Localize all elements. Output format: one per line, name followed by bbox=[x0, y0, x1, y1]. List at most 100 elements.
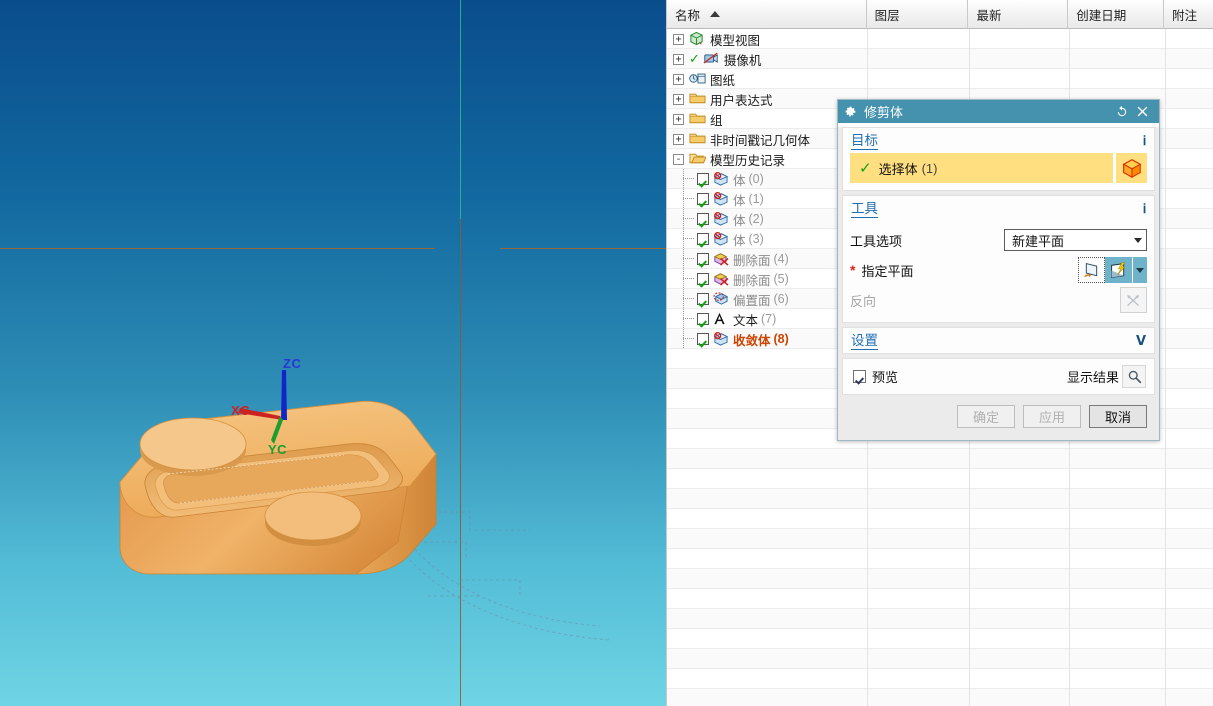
tree-row-label: 删除面 bbox=[733, 253, 771, 268]
tool-option-select[interactable]: 新建平面 bbox=[1004, 229, 1147, 251]
table-row[interactable] bbox=[667, 489, 1213, 509]
tree-row-checkbox[interactable] bbox=[697, 313, 709, 325]
tree-expander[interactable]: + bbox=[673, 53, 684, 65]
3d-viewport[interactable]: ZC XC YC bbox=[0, 0, 666, 706]
axis-label-yc: YC bbox=[268, 442, 288, 457]
chevron-up-icon[interactable]: Ꭵ bbox=[1143, 201, 1146, 217]
tree-guide-line bbox=[683, 298, 694, 299]
tree-row[interactable]: + 图纸 bbox=[667, 69, 867, 89]
check-mark-icon: ✓ bbox=[859, 160, 872, 177]
tree-expander[interactable]: + bbox=[673, 113, 684, 125]
select-body-field[interactable]: ✓ 选择体 (1) bbox=[850, 153, 1113, 183]
table-row[interactable] bbox=[667, 529, 1213, 549]
table-row[interactable] bbox=[667, 569, 1213, 589]
tree-expander[interactable]: + bbox=[673, 93, 684, 105]
solid-body-icon[interactable] bbox=[1116, 153, 1147, 183]
tree-row-label: 体 bbox=[733, 213, 746, 228]
tree-guide-line bbox=[683, 249, 684, 269]
reverse-direction-row: 反向 bbox=[850, 285, 1147, 315]
chevron-up-icon[interactable]: Ꭵ bbox=[1143, 133, 1146, 149]
table-row[interactable] bbox=[667, 669, 1213, 689]
body-icon bbox=[712, 191, 729, 207]
body-icon bbox=[712, 231, 729, 247]
table-row[interactable] bbox=[667, 689, 1213, 706]
tree-row[interactable]: + ✓ 摄像机 bbox=[667, 49, 867, 69]
tree-expander[interactable]: + bbox=[673, 133, 684, 145]
column-header-layer-label: 图层 bbox=[874, 8, 900, 23]
tree-row-checkbox[interactable] bbox=[697, 173, 709, 185]
tree-row-index: (4) bbox=[773, 252, 789, 266]
column-header-name[interactable]: 名称 bbox=[667, 0, 867, 29]
folder-icon bbox=[689, 91, 706, 107]
table-row[interactable] bbox=[667, 549, 1213, 569]
select-body-count: (1) bbox=[921, 160, 938, 176]
trim-body-dialog[interactable]: 修剪体 目标 Ꭵ ✓ 选择体 (1) 工具 Ꭵ 工具选项 新建平面 * 指定平面… bbox=[837, 99, 1160, 441]
target-section-header[interactable]: 目标 Ꭵ bbox=[843, 128, 1154, 153]
tree-row-label: 模型历史记录 bbox=[710, 153, 786, 168]
tree-row-index: (3) bbox=[748, 232, 764, 246]
tree-row-checkbox[interactable] bbox=[697, 333, 709, 345]
table-row[interactable] bbox=[667, 449, 1213, 469]
column-header-created[interactable]: 创建日期 bbox=[1068, 0, 1165, 29]
required-asterisk-icon: * bbox=[850, 262, 856, 278]
folder-icon bbox=[689, 111, 706, 127]
table-row[interactable] bbox=[667, 609, 1213, 629]
select-plane-icon[interactable] bbox=[1078, 257, 1105, 283]
table-row[interactable] bbox=[667, 509, 1213, 529]
tree-row-label: 文本 bbox=[733, 313, 759, 328]
magnifier-icon[interactable] bbox=[1122, 365, 1146, 388]
tool-section: 工具 Ꭵ 工具选项 新建平面 * 指定平面 反向 bbox=[842, 195, 1155, 323]
tree-row-checkbox[interactable] bbox=[697, 253, 709, 265]
dialog-body: 目标 Ꭵ ✓ 选择体 (1) 工具 Ꭵ 工具选项 新建平面 * 指定平面 反向 … bbox=[838, 127, 1159, 440]
table-row[interactable] bbox=[667, 629, 1213, 649]
chevron-down-icon[interactable]: ᐯ bbox=[1136, 333, 1146, 349]
cancel-button[interactable]: 取消 bbox=[1089, 405, 1147, 428]
tree-row[interactable]: + 模型视图 bbox=[667, 29, 867, 49]
tree-column-header: 名称 图层 最新 创建日期 附注 bbox=[667, 0, 1213, 29]
tree-row-checkbox[interactable] bbox=[697, 293, 709, 305]
tree-row-checkbox[interactable] bbox=[697, 193, 709, 205]
close-icon[interactable] bbox=[1132, 101, 1153, 122]
settings-section-header[interactable]: 设置 ᐯ bbox=[843, 328, 1154, 353]
table-row[interactable] bbox=[667, 649, 1213, 669]
tree-row-label: 收敛体 bbox=[733, 333, 771, 348]
gear-icon bbox=[844, 105, 857, 118]
tree-expander[interactable]: - bbox=[673, 153, 684, 165]
folder-icon bbox=[689, 131, 706, 147]
tree-expander[interactable]: + bbox=[673, 73, 684, 85]
apply-button[interactable]: 应用 bbox=[1023, 405, 1081, 428]
table-row[interactable] bbox=[667, 469, 1213, 489]
ok-button[interactable]: 确定 bbox=[957, 405, 1015, 428]
dialog-title-text: 修剪体 bbox=[864, 105, 904, 120]
tree-row-index: (0) bbox=[748, 172, 764, 186]
column-header-uptodate[interactable]: 最新 bbox=[968, 0, 1069, 29]
show-result-label: 显示结果 bbox=[1066, 370, 1119, 385]
tree-row-label: 摄像机 bbox=[723, 53, 762, 68]
plane-options-dropdown[interactable] bbox=[1132, 257, 1147, 283]
tree-row-label: 模型视图 bbox=[710, 33, 761, 48]
tree-guide-line bbox=[683, 189, 684, 209]
create-plane-icon[interactable] bbox=[1105, 257, 1132, 283]
tree-guide-line bbox=[683, 318, 694, 319]
text-icon bbox=[712, 311, 729, 327]
tree-guide-line bbox=[683, 198, 694, 199]
preview-checkbox[interactable] bbox=[853, 370, 866, 383]
reset-icon[interactable] bbox=[1111, 101, 1132, 122]
column-header-layer[interactable]: 图层 bbox=[867, 0, 969, 29]
tree-row-index: (5) bbox=[773, 272, 789, 286]
tree-row-label: 体 bbox=[733, 193, 746, 208]
column-header-comment[interactable]: 附注 bbox=[1164, 0, 1213, 29]
axis-label-xc: XC bbox=[231, 403, 251, 418]
tree-guide-line bbox=[683, 269, 684, 289]
preview-bar: 预览 显示结果 bbox=[842, 358, 1155, 395]
application-window: ZC XC YC 名称 图层 最新 创建日期 附注 + 模型视图 + ✓ 摄像机… bbox=[0, 0, 1213, 706]
dialog-title-bar[interactable]: 修剪体 bbox=[838, 100, 1159, 123]
tree-row-checkbox[interactable] bbox=[697, 233, 709, 245]
tree-row-checkbox[interactable] bbox=[697, 213, 709, 225]
tree-row-label: 图纸 bbox=[710, 73, 736, 88]
tool-section-title: 工具 bbox=[851, 200, 878, 218]
tree-row-checkbox[interactable] bbox=[697, 273, 709, 285]
tool-section-header[interactable]: 工具 Ꭵ bbox=[843, 196, 1154, 221]
tree-expander[interactable]: + bbox=[673, 33, 684, 45]
table-row[interactable] bbox=[667, 589, 1213, 609]
